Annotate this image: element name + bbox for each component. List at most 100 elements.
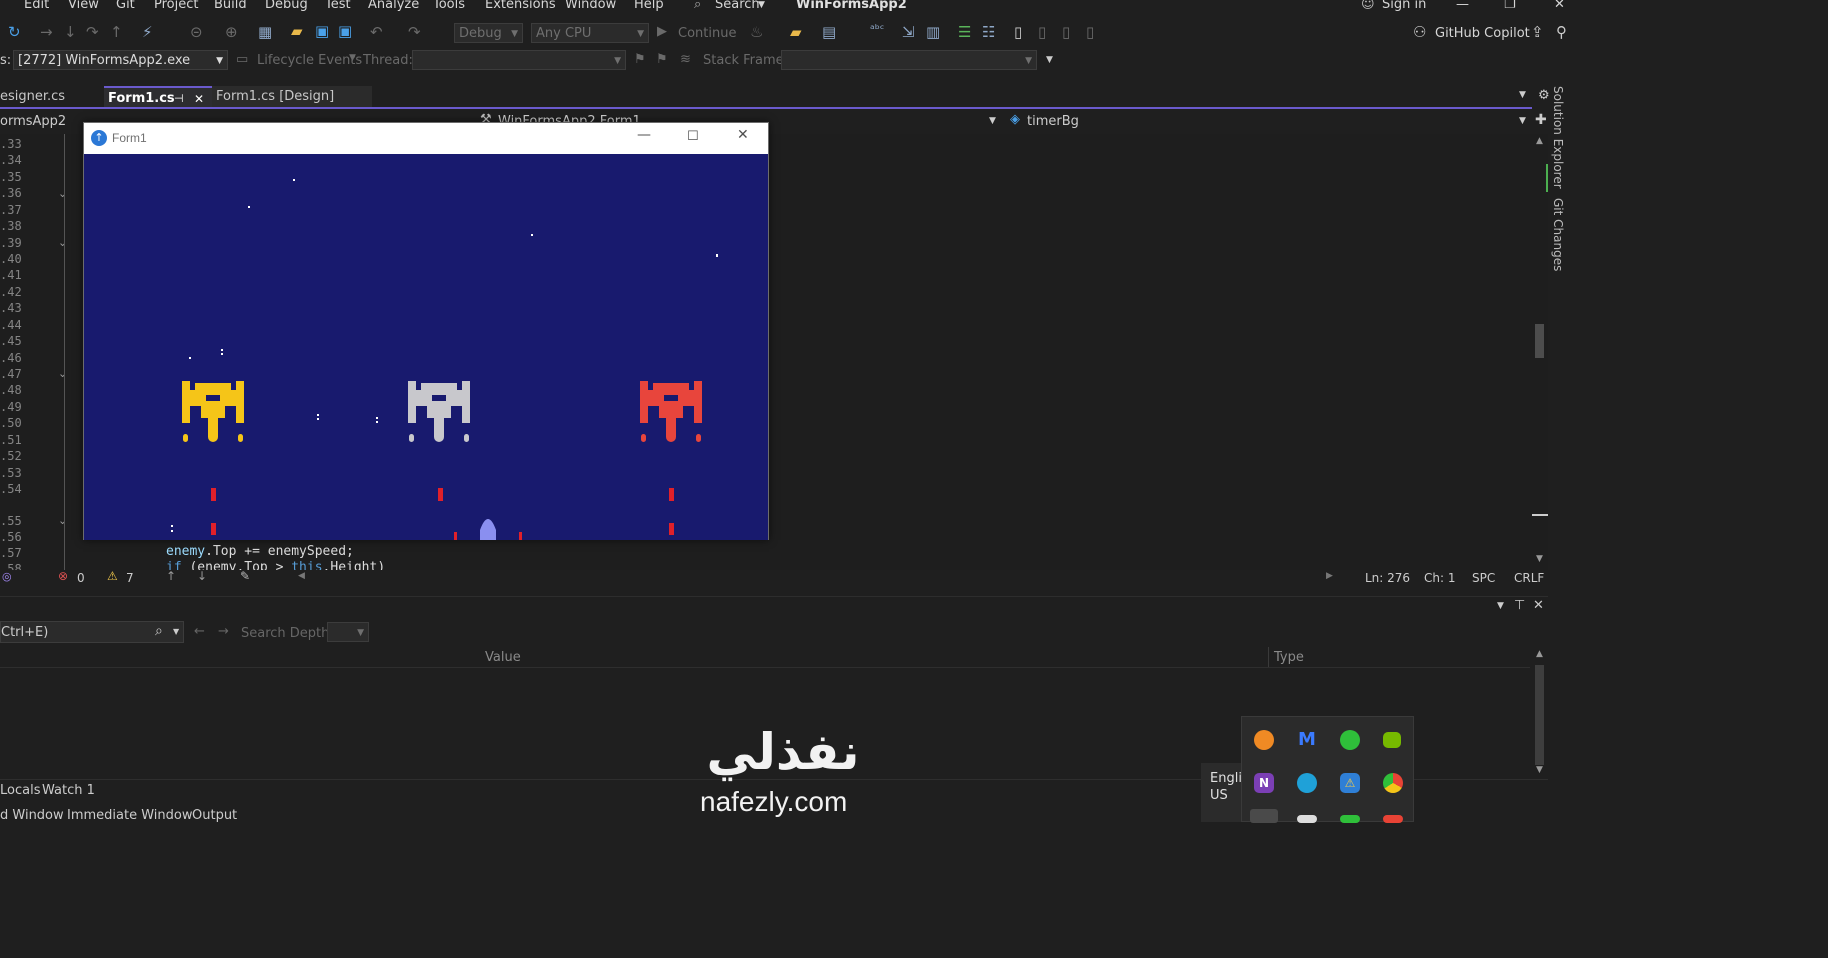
tab-command-window[interactable]: d Window — [0, 808, 64, 823]
onenote-icon[interactable]: N — [1254, 773, 1274, 793]
solution-icon[interactable]: ▦ — [258, 23, 272, 41]
menu-build[interactable]: Build — [214, 0, 247, 12]
configuration-select[interactable]: Debug ▼ — [454, 23, 523, 43]
step-forward-icon[interactable]: → — [40, 23, 53, 41]
stack-frame-select[interactable]: ▼ — [781, 50, 1037, 70]
security-warning-icon[interactable]: ⚠ — [1340, 773, 1360, 793]
language-indicator[interactable]: Englis US — [1201, 763, 1249, 822]
tab-watch1[interactable]: Watch 1 — [42, 783, 95, 798]
minimize-button[interactable]: — — [1456, 0, 1469, 12]
column-header-value[interactable]: Value — [485, 650, 521, 665]
back-icon[interactable]: ⊝ — [190, 23, 203, 41]
columns-icon[interactable]: ▥ — [926, 23, 940, 41]
edge-icon[interactable] — [1297, 773, 1317, 793]
gear-icon[interactable]: ⚙ — [1538, 88, 1550, 103]
column-separator[interactable] — [1268, 647, 1269, 667]
scroll-thumb[interactable] — [1535, 324, 1544, 358]
menu-analyze[interactable]: Analyze — [368, 0, 419, 12]
scroll-left-icon[interactable]: ◀ — [298, 571, 305, 581]
indent-icon[interactable]: ☰ — [958, 23, 971, 41]
next-issue-icon[interactable]: ↓ — [197, 569, 207, 583]
hot-reload-icon[interactable]: ⚡ — [142, 23, 153, 41]
razer-icon[interactable] — [1340, 730, 1360, 750]
flame-icon[interactable]: ♨ — [750, 23, 763, 41]
continue-button[interactable]: Continue — [678, 26, 736, 41]
tab-locals[interactable]: Locals — [0, 783, 40, 798]
solution-explorer-tab[interactable]: Solution Explorer — [1551, 86, 1565, 189]
tab-designer-cs[interactable]: esigner.cs — [0, 86, 108, 108]
menu-extensions[interactable]: Extensions — [485, 0, 556, 12]
nvidia-icon[interactable] — [1383, 732, 1401, 748]
flag-icon[interactable]: ⚑ — [634, 52, 646, 67]
github-copilot-button[interactable]: GitHub Copilot — [1435, 26, 1530, 41]
line-indicator[interactable]: Ln: 276 — [1365, 571, 1410, 585]
tab-immediate-window[interactable]: Immediate Window — [67, 808, 192, 823]
thread-select[interactable]: ▼ — [412, 50, 626, 70]
scroll-up-icon[interactable]: ▲ — [1536, 136, 1543, 146]
warning-count[interactable]: 7 — [126, 571, 134, 585]
step-over-icon[interactable]: ↷ — [86, 23, 99, 41]
save-all-icon[interactable]: ▣ — [338, 22, 352, 40]
clear-bookmarks-icon[interactable]: ▯ — [1086, 23, 1094, 41]
form1-window[interactable]: ↑ Form1 — ☐ ✕ — [83, 122, 769, 540]
menu-window[interactable]: Window — [565, 0, 616, 12]
form-minimize-button[interactable]: — — [637, 127, 651, 143]
step-out-icon[interactable]: ↑ — [110, 23, 123, 41]
copilot-status-icon[interactable]: ◎ — [2, 570, 12, 583]
brush-icon[interactable]: ✎ — [240, 569, 250, 583]
scroll-thumb[interactable] — [1535, 665, 1544, 765]
menu-help[interactable]: Help — [634, 0, 664, 12]
project-dropdown[interactable]: ormsApp2 — [0, 114, 66, 129]
tray-item-selected[interactable] — [1250, 809, 1278, 823]
form-close-button[interactable]: ✕ — [737, 127, 749, 143]
avast-icon[interactable] — [1254, 730, 1274, 750]
prev-issue-icon[interactable]: ↑ — [166, 569, 176, 583]
tab-form1-cs[interactable]: Form1.cs ⊣ ✕ — [104, 86, 212, 108]
column-header-type[interactable]: Type — [1274, 650, 1304, 665]
git-changes-tab[interactable]: Git Changes — [1551, 198, 1565, 271]
editor-scrollbar[interactable]: ▲ ▼ — [1532, 134, 1548, 570]
toolbar-options-icon[interactable]: ▼ — [1046, 55, 1053, 65]
menu-edit[interactable]: Edit — [24, 0, 49, 12]
prev-bookmark-icon[interactable]: ▯ — [1038, 23, 1046, 41]
scroll-up-icon[interactable]: ▲ — [1536, 649, 1543, 659]
menu-debug[interactable]: Debug — [265, 0, 308, 12]
search-icon[interactable]: ⌕ — [155, 623, 163, 639]
undo-icon[interactable]: ↶ — [370, 23, 383, 41]
scroll-down-icon[interactable]: ▼ — [1536, 554, 1543, 564]
panel-menu-icon[interactable]: ▼ — [1497, 601, 1504, 611]
menu-git[interactable]: Git — [116, 0, 135, 12]
redo-icon[interactable]: ↷ — [408, 23, 421, 41]
save-icon[interactable]: ▣ — [315, 22, 329, 40]
next-bookmark-icon[interactable]: ▯ — [1062, 23, 1070, 41]
malwarebytes-icon[interactable]: M — [1297, 730, 1317, 750]
outdent-icon[interactable]: ☷ — [982, 23, 995, 41]
flag-threads-icon[interactable]: ⚑ — [656, 52, 668, 67]
menu-tools[interactable]: Tools — [433, 0, 465, 12]
tray-item-icon[interactable] — [1383, 815, 1403, 823]
refresh-icon[interactable]: ↻ — [8, 23, 21, 41]
window-icon[interactable]: ▤ — [822, 23, 836, 41]
menu-view[interactable]: View — [68, 0, 99, 12]
game-canvas[interactable] — [84, 154, 768, 540]
lifecycle-events-button[interactable]: Lifecycle Events — [257, 53, 362, 68]
line-ending-indicator[interactable]: CRLF — [1514, 571, 1544, 585]
chrome-icon[interactable] — [1383, 773, 1403, 793]
menu-search[interactable]: Search — [715, 0, 760, 12]
tray-item-icon[interactable] — [1340, 815, 1360, 823]
search-forward-icon[interactable]: → — [218, 624, 229, 639]
fold-toggle-icon[interactable]: ⌄ — [58, 236, 67, 249]
process-select[interactable]: [2772] WinFormsApp2.exe ▼ — [13, 50, 228, 70]
sign-in-link[interactable]: Sign in — [1382, 0, 1426, 12]
bookmark-icon[interactable]: ▯ — [1014, 23, 1022, 41]
account-icon[interactable]: ⚲ — [1556, 23, 1567, 41]
share-icon[interactable]: ⇪ — [1531, 23, 1544, 41]
error-count[interactable]: 0 — [77, 571, 85, 585]
column-indicator[interactable]: Ch: 1 — [1424, 571, 1455, 585]
platform-select[interactable]: Any CPU ▼ — [531, 23, 649, 43]
scroll-down-icon[interactable]: ▼ — [1536, 765, 1543, 775]
fold-toggle-icon[interactable]: ⌄ — [58, 514, 67, 527]
close-panel-icon[interactable]: ✕ — [1533, 598, 1544, 613]
menu-test[interactable]: Test — [325, 0, 351, 12]
locals-search-input[interactable]: Ctrl+E) ⌕ ▼ — [0, 621, 184, 643]
